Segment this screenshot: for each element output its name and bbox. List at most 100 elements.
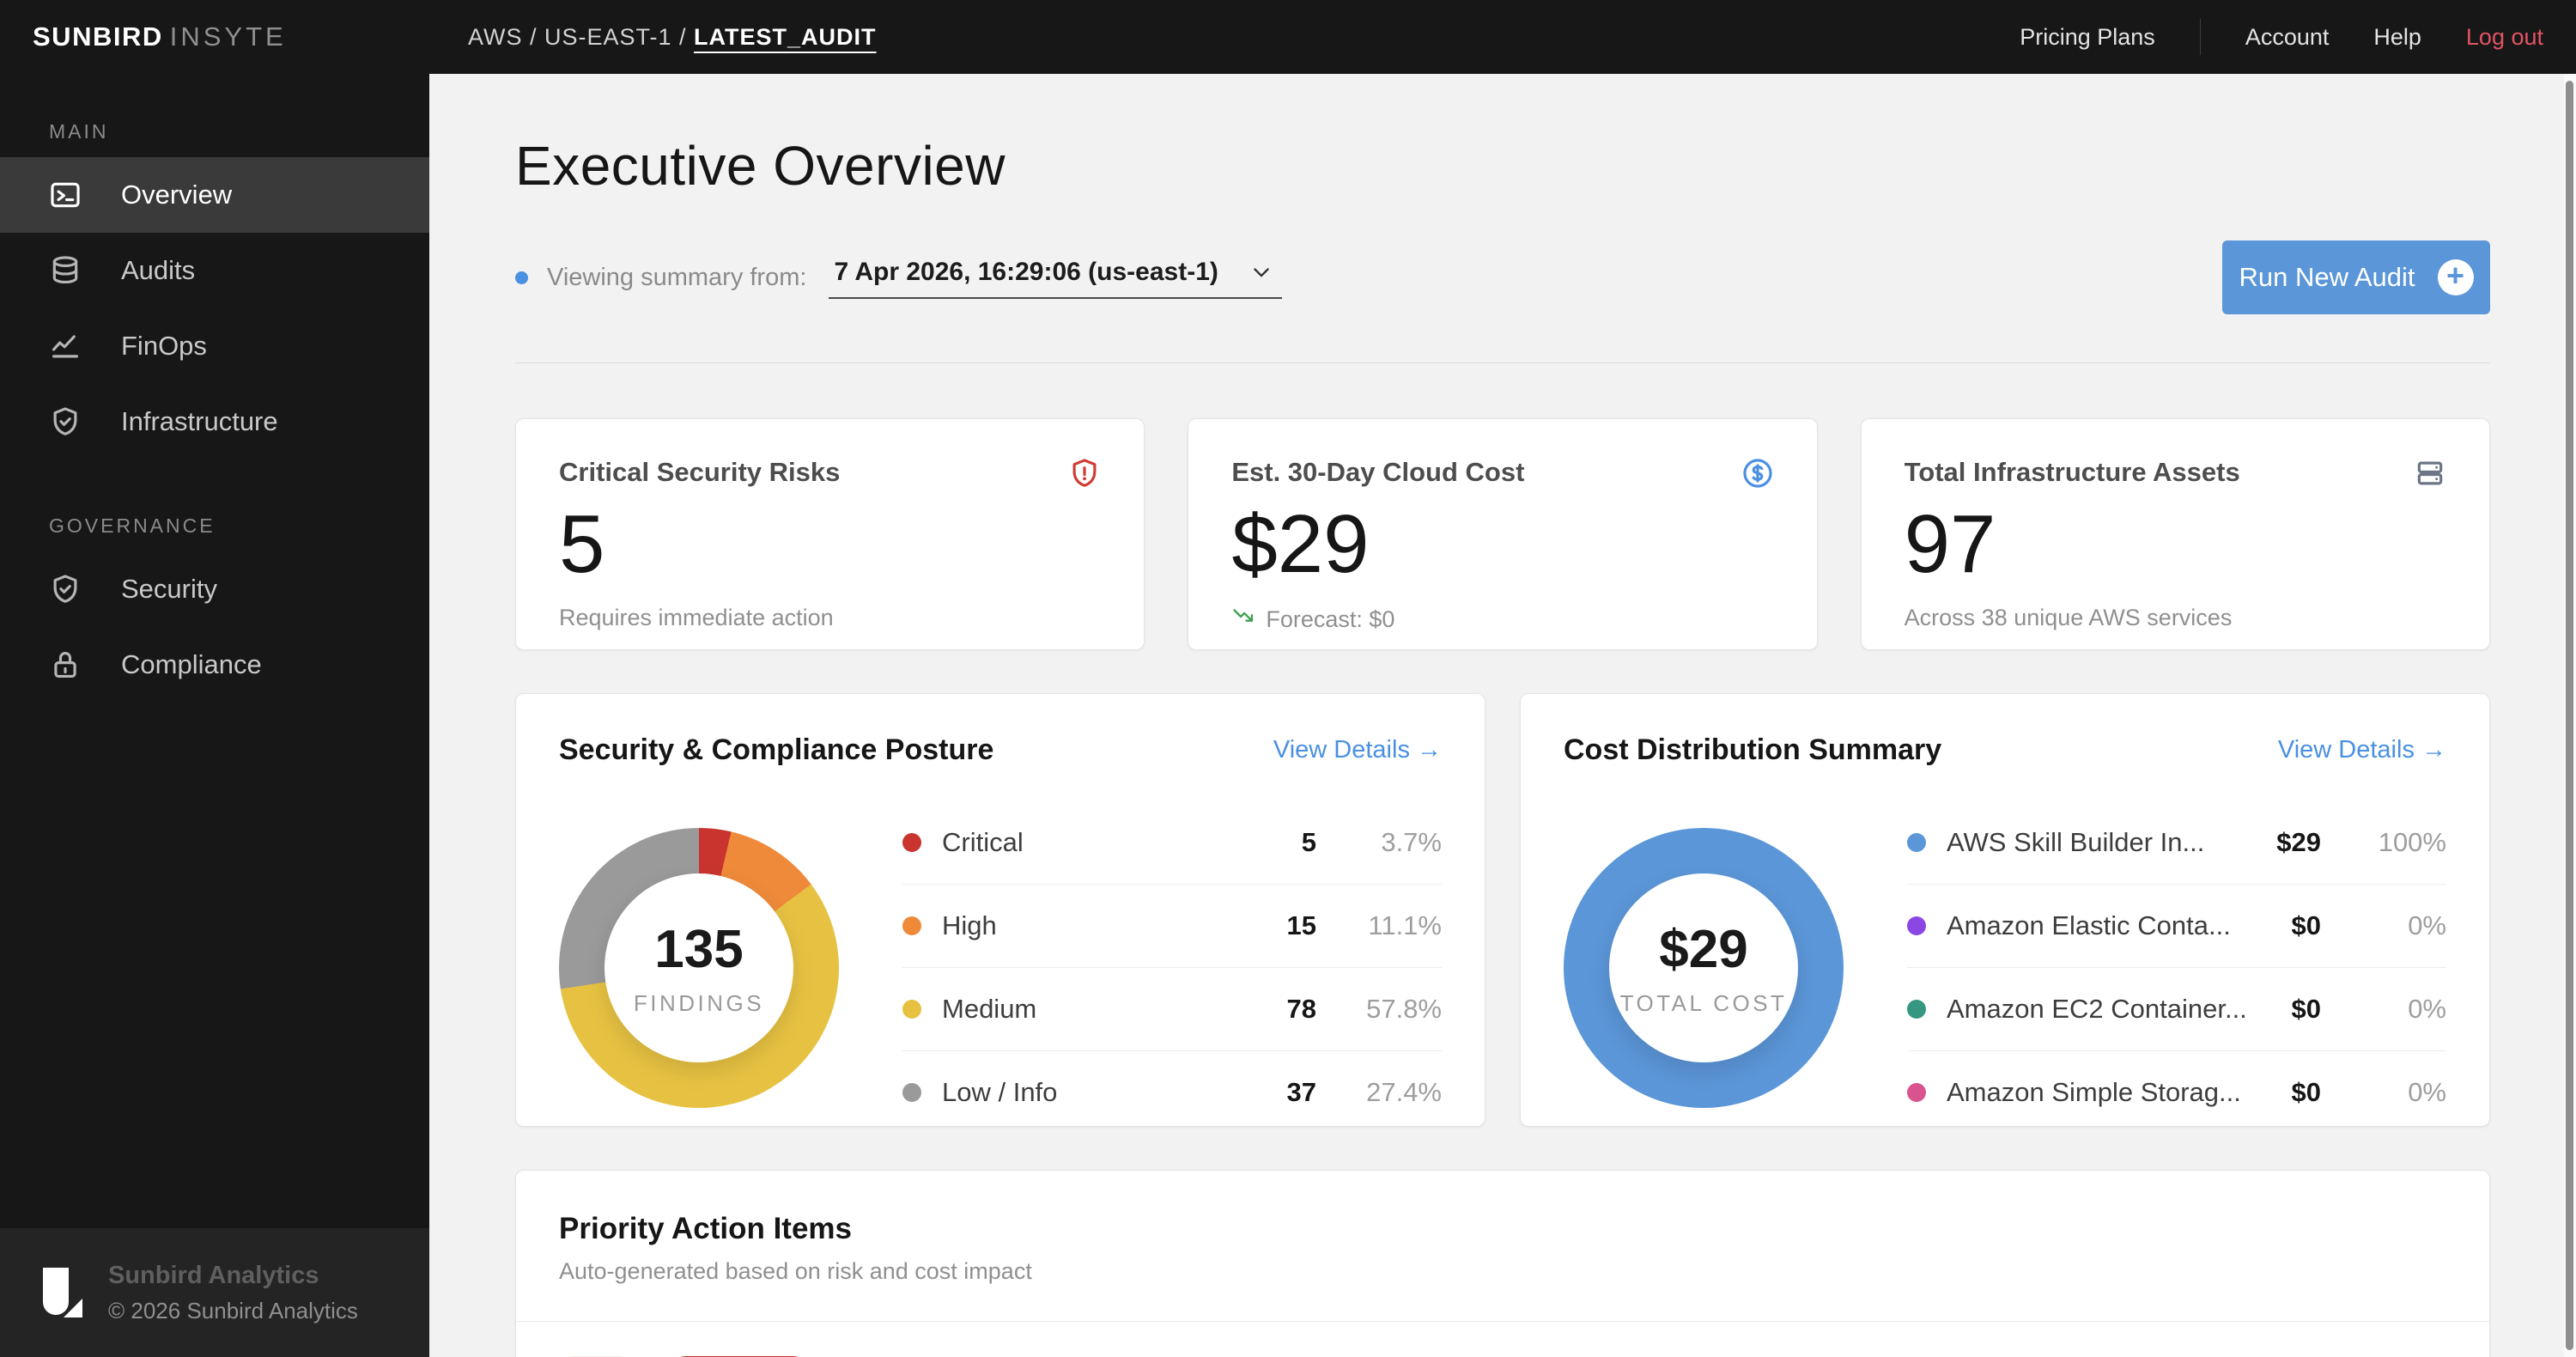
legend-dot [902,1000,921,1019]
sidebar-item-security[interactable]: Security [0,551,429,627]
server-icon [2414,457,2446,490]
legend-dot [1907,833,1926,852]
sidebar-section-governance: GOVERNANCE [49,514,429,538]
sidebar-footer: Sunbird Analytics © 2026 Sunbird Analyti… [0,1228,429,1357]
priority-action-items-card: Priority Action Items Auto-generated bas… [515,1170,2490,1357]
sidebar-item-label: Infrastructure [121,406,278,437]
priority-title: Priority Action Items [559,1212,2446,1246]
dollar-circle-icon [1741,457,1774,490]
viewing-summary-label: Viewing summary from: [547,264,806,292]
sidebar-item-finops[interactable]: FinOps [0,308,429,384]
scrollbar-thumb[interactable] [2566,81,2573,1350]
view-details-link[interactable]: View Details → [1273,736,1442,764]
kpi-row: Critical Security Risks 5 Requires immed… [515,418,2490,650]
header-divider [515,362,2490,363]
breadcrumb-prefix: AWS / US-EAST-1 / [468,24,694,50]
priority-item-row: CRITICAL AWSLAMBDA Potential secret foun… [516,1322,2489,1357]
legend-dot [902,916,921,935]
breadcrumb: AWS / US-EAST-1 / LATEST_AUDIT [468,24,877,51]
kpi-title: Total Infrastructure Assets [1905,457,2240,488]
card-title: Security & Compliance Posture [559,733,993,767]
sidebar-item-label: FinOps [121,331,207,362]
top-right-menu: Pricing Plans Account Help Log out [2020,19,2576,55]
status-dot [515,271,528,284]
run-new-audit-button[interactable]: Run New Audit + [2222,240,2490,314]
cost-legend: AWS Skill Builder In... $29 100% Amazon … [1907,801,2446,1134]
sidebar-item-overview[interactable]: Overview [0,157,429,233]
shield-alert-icon [1068,457,1101,490]
posture-donut-chart: 135 FINDINGS [559,828,839,1108]
kpi-title: Est. 30-Day Cloud Cost [1231,457,1524,488]
chevron-down-icon [1249,260,1273,284]
kpi-card-infrastructure-assets: Total Infrastructure Assets 97 Across 38… [1861,418,2490,650]
card-title: Cost Distribution Summary [1564,733,1941,767]
brand-secondary: INSYTE [170,21,287,52]
brand-logo[interactable]: SUNBIRDINSYTE [0,21,429,52]
findings-total: 135 [654,919,743,980]
priority-subtitle: Auto-generated based on risk and cost im… [559,1258,2446,1285]
sidebar-footer-text: Sunbird Analytics © 2026 Sunbird Analyti… [108,1262,358,1324]
main-content: Executive Overview Viewing summary from:… [429,74,2576,1357]
legend-dot [902,1083,921,1102]
legend-dot [1907,916,1926,935]
cost-donut-chart: $29 TOTAL COST [1564,828,1844,1108]
legend-row-medium: Medium 78 57.8% [902,967,1442,1050]
legend-row-ec2-container: Amazon EC2 Container... $0 0% [1907,967,2446,1050]
account-link[interactable]: Account [2245,24,2330,51]
sidebar-item-audits[interactable]: Audits [0,233,429,308]
sidebar-item-label: Audits [121,255,195,286]
kpi-subtitle: Forecast: $0 [1231,605,1773,635]
total-cost-value: $29 [1659,919,1747,980]
sidebar-item-label: Security [121,574,217,605]
legend-dot [1907,1000,1926,1019]
legend-row-elastic-container: Amazon Elastic Conta... $0 0% [1907,884,2446,967]
legend-row-skill-builder: AWS Skill Builder In... $29 100% [1907,801,2446,884]
sidebar-section-main: MAIN [49,120,429,143]
sidebar: MAIN Overview Audits FinOps Infrastructu… [0,74,429,1357]
legend-dot [902,833,921,852]
breadcrumb-current-link[interactable]: LATEST_AUDIT [694,24,877,50]
charts-row: Security & Compliance Posture View Detai… [515,693,2490,1127]
sidebar-item-label: Overview [121,180,232,210]
kpi-subtitle: Requires immediate action [559,605,1101,631]
cost-distribution-card: Cost Distribution Summary View Details →… [1520,693,2490,1127]
page-title: Executive Overview [515,134,2490,198]
legend-row-simple-storage: Amazon Simple Storag... $0 0% [1907,1050,2446,1134]
plus-icon: + [2438,259,2474,295]
total-cost-label: TOTAL COST [1620,990,1788,1017]
kpi-value: $29 [1231,503,1773,586]
legend-row-high: High 15 11.1% [902,884,1442,967]
logout-link[interactable]: Log out [2466,24,2543,51]
vertical-scrollbar[interactable] [2564,74,2576,1357]
posture-legend: Critical 5 3.7% High 15 11.1% Medium 78 [902,801,1442,1134]
trending-down-icon [1231,605,1255,635]
legend-dot [1907,1083,1926,1102]
company-name: Sunbird Analytics [108,1262,358,1290]
pricing-plans-link[interactable]: Pricing Plans [2020,24,2155,51]
kpi-card-cloud-cost: Est. 30-Day Cloud Cost $29 Forecast: $0 [1188,418,1817,650]
shield-check-icon [49,405,82,438]
company-logo-icon [43,1268,82,1317]
legend-row-low-info: Low / Info 37 27.4% [902,1050,1442,1134]
lock-icon [49,648,82,681]
security-posture-card: Security & Compliance Posture View Detai… [515,693,1485,1127]
sidebar-item-infrastructure[interactable]: Infrastructure [0,384,429,459]
kpi-value: 97 [1905,503,2446,586]
kpi-title: Critical Security Risks [559,457,840,488]
audit-date-select[interactable]: 7 Apr 2026, 16:29:06 (us-east-1) [829,256,1281,299]
sidebar-item-label: Compliance [121,649,262,680]
top-bar: SUNBIRDINSYTE AWS / US-EAST-1 / LATEST_A… [0,0,2576,74]
audit-date-value: 7 Apr 2026, 16:29:06 (us-east-1) [834,258,1218,287]
donut-center: $29 TOTAL COST [1609,873,1798,1062]
view-details-link[interactable]: View Details → [2278,736,2446,764]
terminal-icon [49,179,82,211]
legend-row-critical: Critical 5 3.7% [902,801,1442,884]
donut-center: 135 FINDINGS [605,873,793,1062]
controls-row: Viewing summary from: 7 Apr 2026, 16:29:… [515,240,2490,314]
topbar-divider [2200,19,2201,55]
findings-label: FINDINGS [634,990,764,1017]
sidebar-item-compliance[interactable]: Compliance [0,627,429,703]
database-icon [49,254,82,287]
kpi-subtitle: Across 38 unique AWS services [1905,605,2446,631]
help-link[interactable]: Help [2373,24,2421,51]
